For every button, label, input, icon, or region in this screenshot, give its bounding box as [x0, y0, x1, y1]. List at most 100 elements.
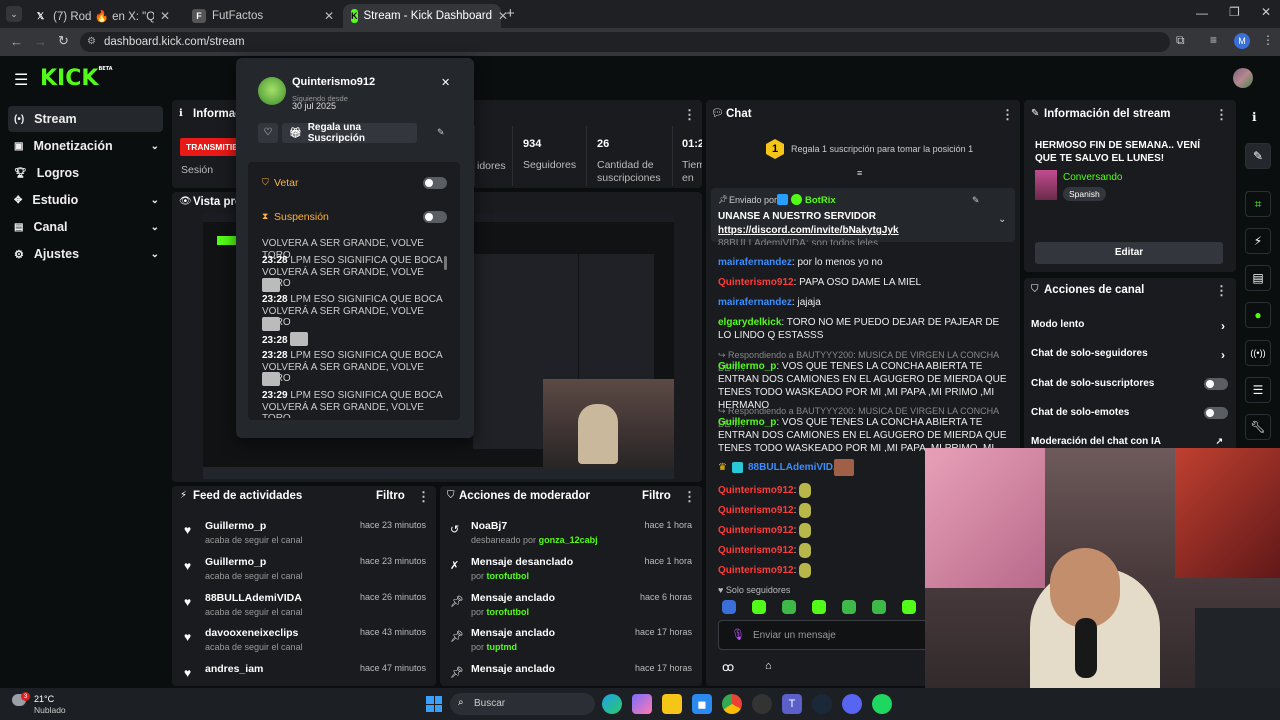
notes-tool-button[interactable]: ▤ — [1245, 265, 1271, 291]
tab-futfactos[interactable]: F FutFactos ✕ — [184, 4, 342, 28]
ai-moderation-row[interactable]: Moderación del chat con IA ↗ — [1031, 436, 1227, 447]
feed-user[interactable]: davooxeneixeclips — [205, 627, 298, 639]
more-options-icon[interactable]: ⋮ — [1215, 107, 1228, 123]
reload-icon[interactable]: ↻ — [58, 33, 69, 49]
chevron-down-icon[interactable]: ⌄ — [998, 214, 1006, 225]
veto-toggle[interactable] — [423, 177, 447, 189]
close-tab-icon[interactable]: ✕ — [324, 9, 334, 23]
more-options-icon[interactable]: ⋮ — [683, 489, 696, 505]
slow-mode-row[interactable]: Modo lento › — [1031, 319, 1227, 333]
feed-user[interactable]: 88BULLAdemiVIDA — [205, 592, 302, 604]
chat-tool-button[interactable]: ● — [1245, 302, 1271, 328]
close-tab-icon[interactable]: ✕ — [160, 9, 170, 23]
new-tab-button[interactable]: + — [506, 5, 515, 22]
feed-item[interactable]: ♥ Guillermo_p acaba de seguir el canal h… — [184, 556, 428, 586]
site-info-icon[interactable]: ⚙ — [87, 32, 96, 52]
mod-user[interactable]: tuptmd — [487, 642, 518, 652]
chat-username[interactable]: Quinterismo912 — [718, 485, 794, 496]
steam-icon[interactable] — [812, 694, 832, 714]
mod-filter-button[interactable]: Filtro — [642, 490, 671, 502]
tab-kick-dashboard[interactable]: K Stream - Kick Dashboard ✕ — [343, 4, 508, 28]
spotify-icon[interactable] — [872, 694, 892, 714]
mod-action-item[interactable]: 📌︎ Mensaje anclado por torofutbol hace 6… — [450, 592, 694, 622]
edge-icon[interactable] — [602, 694, 622, 714]
popup-username[interactable]: Quinterismo912 — [292, 76, 375, 88]
chat-username[interactable]: Quinterismo912 — [718, 545, 794, 556]
history-scrollbar[interactable] — [444, 256, 447, 270]
chat-username[interactable]: Quinterismo912 — [718, 277, 794, 288]
media-icon[interactable]: ≡ — [1210, 33, 1217, 47]
nav-estudio[interactable]: ✥ Estudio ⌄ — [8, 187, 163, 213]
quick-emote[interactable] — [902, 600, 916, 614]
feed-item[interactable]: ♥ 88BULLAdemiVIDA acaba de seguir el can… — [184, 592, 428, 622]
quick-emote[interactable] — [812, 600, 826, 614]
mod-action-item[interactable]: 📌︎ Mensaje anclado por tuptmd hace 17 ho… — [450, 627, 694, 657]
taskbar-search[interactable]: ⌕ Buscar — [450, 693, 595, 715]
quick-emote[interactable] — [722, 600, 736, 614]
feed-item[interactable]: ♥ davooxeneixeclips acaba de seguir el c… — [184, 627, 428, 657]
clip-tool-button[interactable]: ⌗ — [1245, 191, 1271, 217]
feed-user[interactable]: Guillermo_p — [205, 556, 266, 568]
feed-item[interactable]: ♥ Guillermo_p acaba de seguir el canal h… — [184, 520, 428, 550]
chat-username[interactable]: Quinterismo912 — [718, 525, 794, 536]
quick-emote[interactable] — [752, 600, 766, 614]
chat-username[interactable]: Quinterismo912 — [718, 565, 794, 576]
quick-emote[interactable] — [842, 600, 856, 614]
mod-action-item[interactable]: ↺ NoaBj7 desbaneado por gonza_12cabj hac… — [450, 520, 694, 550]
tab-x-post[interactable]: 𝕏 (7) Rod 🔥 en X: "Que dices @tu ✕ — [26, 4, 178, 28]
mod-action-item[interactable]: ✗ Mensaje desanclado por torofutbol hace… — [450, 556, 694, 586]
obs-icon[interactable] — [752, 694, 772, 714]
unpin-icon[interactable]: ✎ — [972, 195, 980, 206]
gift-prompt[interactable]: Regala 1 suscripción para tomar la posic… — [791, 144, 973, 154]
close-window-button[interactable]: ✕ — [1261, 5, 1271, 19]
store-icon[interactable]: ⌂ — [765, 660, 772, 672]
discord-icon[interactable] — [842, 694, 862, 714]
mod-user[interactable]: gonza_12cabj — [539, 535, 598, 545]
store-app-icon[interactable]: ◼ — [692, 694, 712, 714]
tab-search-button[interactable]: ⌄ — [6, 6, 22, 22]
category-link[interactable]: Conversando — [1063, 172, 1122, 183]
back-icon[interactable]: ← — [10, 34, 23, 49]
more-options-icon[interactable]: ⋮ — [417, 489, 430, 505]
nav-logros[interactable]: 🏆︎ Logros — [8, 160, 163, 186]
more-options-icon[interactable]: ⋮ — [1215, 283, 1228, 299]
windows-start-icon[interactable] — [426, 696, 442, 712]
nav-stream[interactable]: (•) Stream — [8, 106, 163, 132]
broadcast-tool-button[interactable]: ((•)) — [1245, 340, 1271, 366]
activity-filter-button[interactable]: Filtro — [376, 490, 405, 502]
forward-icon[interactable]: → — [34, 34, 47, 49]
profile-avatar[interactable]: M — [1234, 33, 1250, 49]
pinned-link[interactable]: https://discord.com/invite/bNakytgJyk — [718, 225, 899, 236]
quick-emote[interactable] — [872, 600, 886, 614]
nav-canal[interactable]: ▤ Canal ⌄ — [8, 214, 163, 240]
edit-tool-button[interactable]: ✎ — [1245, 143, 1271, 169]
chrome-icon[interactable] — [722, 694, 742, 714]
extensions-icon[interactable]: ⧉ — [1176, 33, 1185, 48]
edit-stream-button[interactable]: Editar — [1035, 242, 1223, 264]
hamburger-icon[interactable]: ☰ — [14, 70, 28, 90]
raid-tool-button[interactable]: ⚡︎ — [1245, 228, 1271, 254]
mod-user[interactable]: torofutbol — [487, 571, 529, 581]
chat-username[interactable]: elgarydelkick — [718, 317, 781, 328]
teams-icon[interactable]: T — [782, 694, 802, 714]
mod-user[interactable]: torofutbol — [487, 607, 529, 617]
nav-monetizacion[interactable]: ▣ Monetización ⌄ — [8, 133, 163, 159]
pin-icon[interactable]: ✎ — [437, 127, 445, 138]
url-field[interactable]: ⚙ dashboard.kick.com/stream — [80, 32, 1170, 52]
copilot-icon[interactable] — [632, 694, 652, 714]
menu-icon[interactable]: ⋮ — [1262, 33, 1274, 47]
mic-icon[interactable]: 🎙︎ — [731, 628, 745, 641]
subscribers-only-toggle[interactable] — [1204, 378, 1228, 390]
layout-tool-button[interactable]: ☰ — [1245, 377, 1271, 403]
close-icon[interactable]: ✕ — [441, 76, 450, 89]
kick-logo[interactable]: KICKBETA — [40, 66, 113, 91]
restore-button[interactable]: ❐ — [1229, 5, 1240, 19]
pinned-by-user[interactable]: BotRix — [805, 195, 836, 206]
wrench-tool-button[interactable]: 🔧︎ — [1245, 414, 1271, 440]
chat-username[interactable]: Guillermo_p — [718, 417, 776, 428]
info-icon[interactable]: ℹ — [1252, 110, 1257, 124]
emote-picker-icon[interactable]: ꝏ — [722, 660, 734, 674]
gift-sub-button[interactable]: 🎁︎ Regala una Suscripción — [282, 122, 417, 144]
feed-user[interactable]: Guillermo_p — [205, 520, 266, 532]
feed-user[interactable]: andres_iam — [205, 663, 263, 675]
